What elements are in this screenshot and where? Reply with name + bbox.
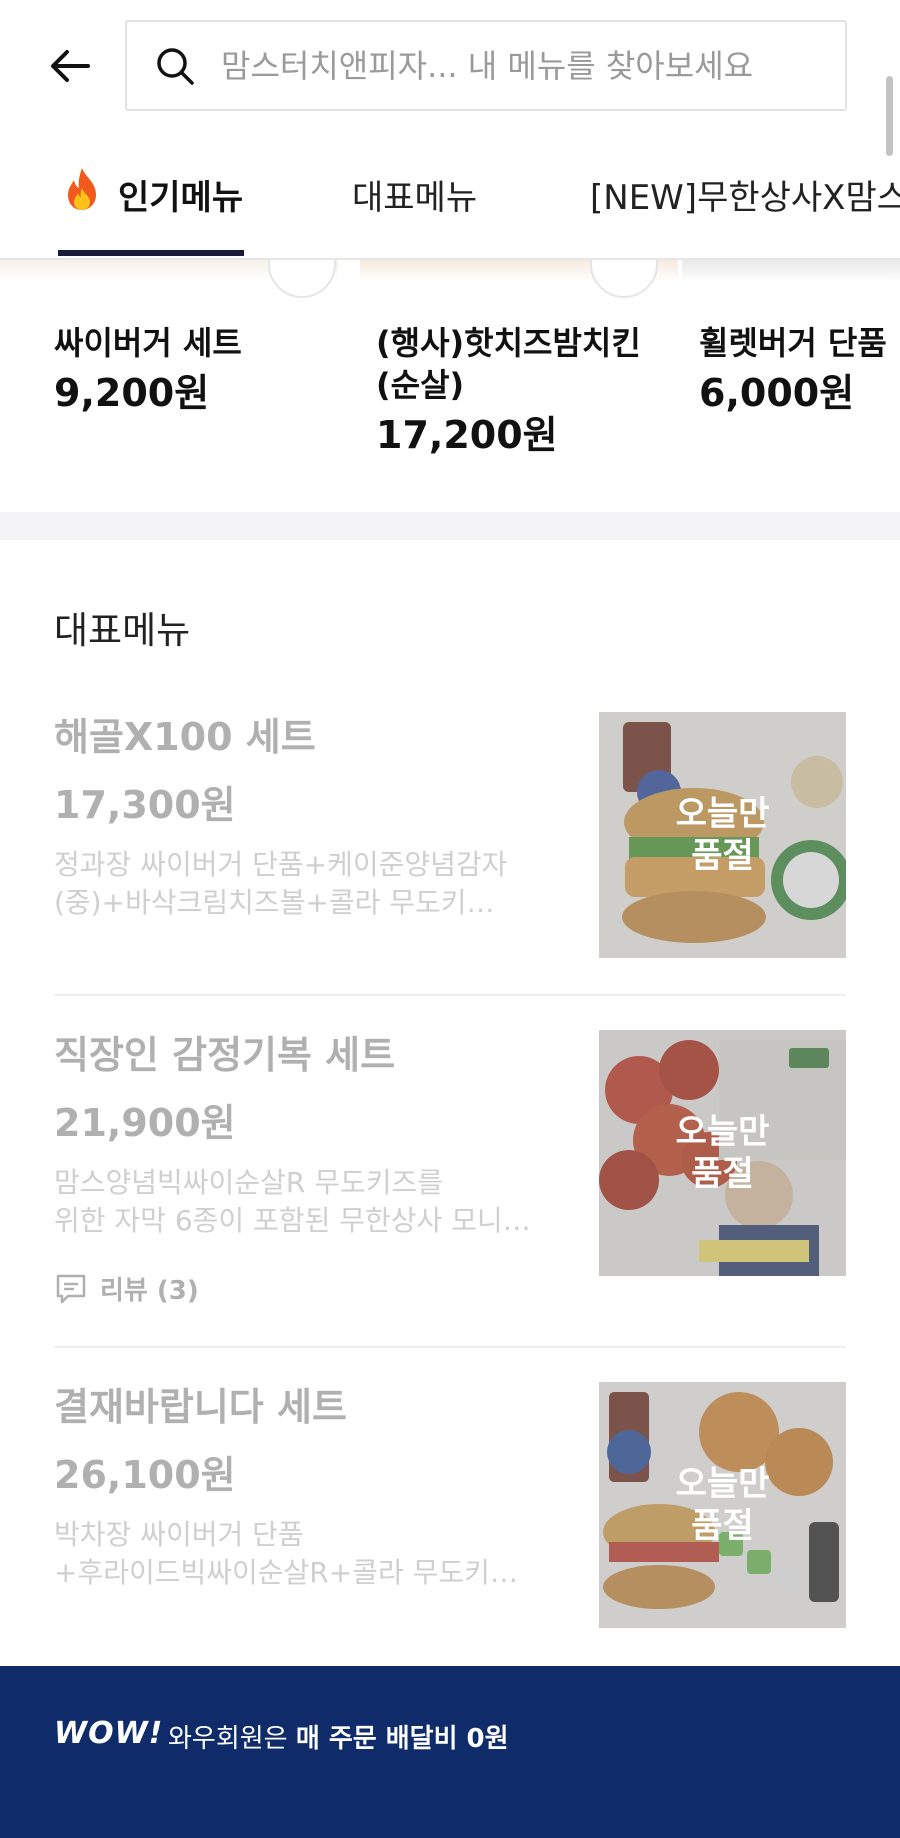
- soldout-label: 품절: [691, 1154, 754, 1194]
- banner-text: 와우회원은 매 주문 배달비 0원: [168, 1718, 509, 1755]
- tab-new-collab-menu[interactable]: [NEW]무한상사X맘스: [590, 170, 900, 256]
- menu-item-description: 정과장 싸이버거 단품+케이준양념감자 (중)+바삭크림치즈볼+콜라 무도키…: [54, 846, 554, 922]
- wow-membership-banner[interactable]: WOW! 와우회원은 매 주문 배달비 0원: [0, 1666, 900, 1838]
- search-icon: [153, 44, 197, 88]
- divider: [54, 994, 846, 996]
- popular-item-name: (행사)핫치즈밤치킨: [376, 324, 641, 362]
- comment-icon: [56, 1274, 86, 1303]
- banner-text-highlight: 매 주문 배달비 0원: [295, 1724, 509, 1754]
- menu-item[interactable]: 직장인 감정기복 세트 21,900원 맘스양념빅싸이순살R 무도키즈를 위한 …: [54, 1030, 846, 1310]
- fire-icon: [68, 168, 96, 210]
- header: [0, 0, 900, 156]
- soldout-overlay: 오늘만 품절: [599, 712, 846, 958]
- popular-image-edge: [682, 260, 900, 282]
- menu-item-description: 박차장 싸이버거 단품 +후라이드빅싸이순살R+콜라 무도키…: [54, 1516, 554, 1592]
- description-line: 위한 자막 6종이 포함된 무한상사 모니…: [54, 1204, 531, 1237]
- popular-item-name-line2: (순살): [376, 366, 465, 404]
- menu-item-image: 오늘만 품절: [599, 712, 846, 958]
- section-separator: [0, 512, 900, 540]
- menu-item-image: 오늘만 품절: [599, 1030, 846, 1276]
- popular-item[interactable]: 싸이버거 세트 9,200원: [54, 322, 354, 418]
- soldout-label: 품절: [691, 1506, 754, 1546]
- menu-item[interactable]: 해골X100 세트 17,300원 정과장 싸이버거 단품+케이준양념감자 (중…: [54, 712, 846, 962]
- soldout-label: 오늘만: [675, 794, 770, 834]
- review-count: 리뷰 (3): [100, 1276, 199, 1306]
- wow-logo: WOW!: [54, 1716, 164, 1751]
- tab-label: 인기메뉴: [118, 178, 244, 218]
- popular-item[interactable]: 휠렛버거 단품 6,000원: [699, 322, 900, 418]
- scrollbar[interactable]: [886, 76, 893, 156]
- menu-item[interactable]: 결재바랍니다 세트 26,100원 박차장 싸이버거 단품 +후라이드빅싸이순살…: [54, 1382, 846, 1632]
- description-line: 정과장 싸이버거 단품+케이준양념감자: [54, 848, 508, 881]
- popular-item-price: 17,200원: [376, 413, 558, 457]
- menu-item-image: 오늘만 품절: [599, 1382, 846, 1628]
- description-line: 맘스양념빅싸이순살R 무도키즈를: [54, 1166, 443, 1199]
- divider: [54, 1346, 846, 1348]
- category-tabs: 인기메뉴 대표메뉴 [NEW]무한상사X맘스: [0, 150, 900, 260]
- search-input[interactable]: [221, 46, 821, 85]
- popular-item[interactable]: (행사)핫치즈밤치킨 (순살) 17,200원: [376, 322, 676, 460]
- tab-label: [NEW]무한상사X맘스: [590, 178, 900, 218]
- menu-item-description: 맘스양념빅싸이순살R 무도키즈를 위한 자막 6종이 포함된 무한상사 모니…: [54, 1164, 554, 1240]
- soldout-label: 오늘만: [675, 1464, 770, 1504]
- tab-label: 대표메뉴: [352, 178, 478, 218]
- active-tab-indicator: [58, 250, 244, 256]
- description-line: (중)+바삭크림치즈볼+콜라 무도키…: [54, 886, 495, 919]
- description-line: 박차장 싸이버거 단품: [54, 1518, 304, 1551]
- description-line: +후라이드빅싸이순살R+콜라 무도키…: [54, 1556, 518, 1589]
- section-title: 대표메뉴: [54, 609, 191, 652]
- soldout-overlay: 오늘만 품절: [599, 1030, 846, 1276]
- tab-representative-menu[interactable]: 대표메뉴: [352, 170, 477, 256]
- popular-item-price: 9,200원: [54, 371, 210, 415]
- banner-text-prefix: 와우회원은: [168, 1724, 296, 1754]
- back-button[interactable]: [44, 40, 96, 92]
- arrow-left-icon: [51, 50, 90, 82]
- add-to-cart-button[interactable]: [590, 260, 658, 298]
- popular-item-price: 6,000원: [699, 371, 855, 415]
- soldout-label: 품절: [691, 836, 754, 876]
- popular-item-name: 싸이버거 세트: [54, 324, 242, 362]
- tab-popular-menu[interactable]: 인기메뉴: [62, 168, 244, 256]
- popular-menu-carousel[interactable]: 싸이버거 세트 9,200원 (행사)핫치즈밤치킨 (순살) 17,200원 휠…: [0, 260, 900, 510]
- soldout-label: 오늘만: [675, 1112, 770, 1152]
- popular-item-name: 휠렛버거 단품: [699, 324, 887, 362]
- add-to-cart-button[interactable]: [268, 260, 336, 298]
- soldout-overlay: 오늘만 품절: [599, 1382, 846, 1628]
- search-box[interactable]: [125, 20, 847, 111]
